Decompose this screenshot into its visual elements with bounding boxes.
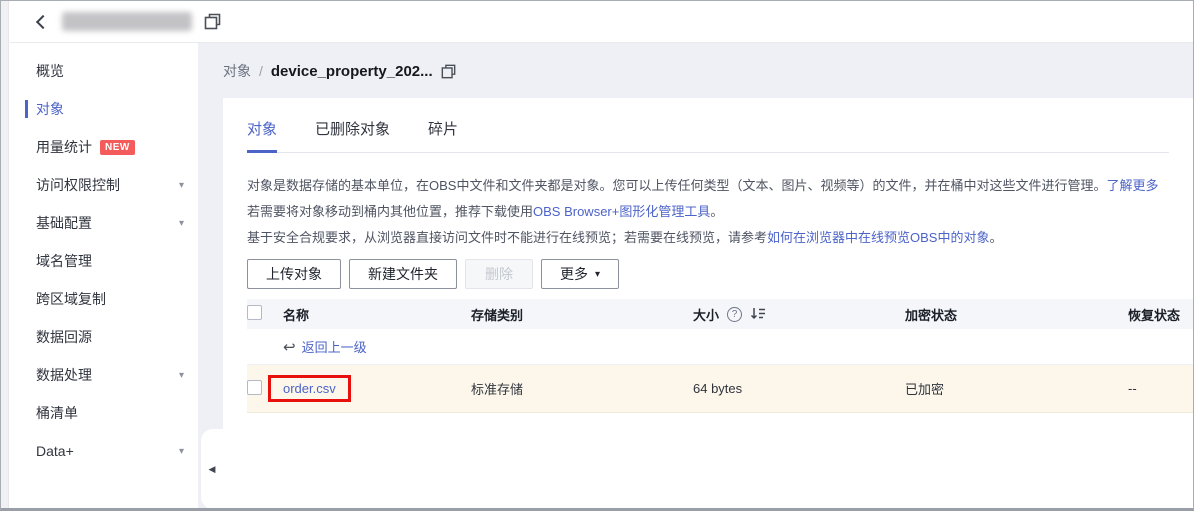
sidebar: 概览 对象 用量统计 NEW 访问权限控制 ▾ 基础配置 ▾ 域名管理 跨区域复… <box>10 43 198 508</box>
sidebar-item-data-processing[interactable]: 数据处理 ▾ <box>10 356 198 394</box>
description-line-3: 基于安全合规要求，从浏览器直接访问文件时不能进行在线预览；若需要在线预览，请参考… <box>247 225 1193 251</box>
sidebar-item-objects[interactable]: 对象 <box>10 90 198 128</box>
more-button-label: 更多 <box>560 266 588 282</box>
return-to-parent-link[interactable]: 返回上一级 <box>302 337 367 356</box>
cell-size: 64 bytes <box>693 381 743 396</box>
new-folder-button[interactable]: 新建文件夹 <box>349 259 457 289</box>
column-header-restore-status: 恢复状态 <box>1128 307 1181 323</box>
breadcrumb-current-folder: device_property_202... <box>270 62 433 80</box>
collapse-arrow-icon: ◀ <box>208 463 216 474</box>
copy-icon[interactable] <box>441 64 456 79</box>
sort-icon[interactable] <box>750 307 766 321</box>
toolbar: 上传对象 新建文件夹 删除 更多 ▾ <box>247 259 1193 289</box>
sidebar-item-label: 概览 <box>36 63 64 79</box>
cell-restore-status: -- <box>1128 381 1137 396</box>
return-arrow-icon: ↩ <box>283 338 296 356</box>
content-card: 对象 已删除对象 碎片 对象是数据存储的基本单位，在OBS中文件和文件夹都是对象… <box>223 98 1193 508</box>
description-block: 对象是数据存储的基本单位，在OBS中文件和文件夹都是对象。您可以上传任何类型（文… <box>247 173 1193 251</box>
breadcrumb-separator: / <box>259 63 263 79</box>
description-text: 对象是数据存储的基本单位，在OBS中文件和文件夹都是对象。您可以上传任何类型（文… <box>247 178 1107 193</box>
upload-object-button[interactable]: 上传对象 <box>247 259 341 289</box>
sidebar-item-domain-mgmt[interactable]: 域名管理 <box>10 242 198 280</box>
delete-button[interactable]: 删除 <box>465 259 533 289</box>
row-checkbox[interactable] <box>247 379 262 395</box>
new-badge: NEW <box>100 139 135 155</box>
return-row: ↩ 返回上一级 <box>247 329 1193 365</box>
column-header-storage-class: 存储类别 <box>471 307 524 323</box>
tab-objects[interactable]: 对象 <box>247 118 278 153</box>
breadcrumb: 对象 / device_property_202... <box>223 56 456 86</box>
obs-browser-link[interactable]: OBS Browser+图形化管理工具 <box>533 204 710 219</box>
description-text: 若需要将对象移动到桶内其他位置，推荐下载使用 <box>247 204 534 219</box>
help-icon[interactable]: ? <box>727 306 743 322</box>
learn-more-link[interactable]: 了解更多 <box>1106 178 1158 193</box>
tab-deleted-objects[interactable]: 已删除对象 <box>315 118 390 152</box>
sidebar-item-back-to-source[interactable]: 数据回源 <box>10 318 198 356</box>
table-header-row: 名称 存储类别 大小 ? 加密状态 恢复状态 <box>247 299 1193 329</box>
sidebar-item-label: 数据处理 <box>36 367 92 383</box>
sidebar-item-label: 基础配置 <box>36 215 92 231</box>
copy-icon[interactable] <box>204 13 221 30</box>
more-button[interactable]: 更多 ▾ <box>541 259 620 289</box>
tab-fragments[interactable]: 碎片 <box>428 118 458 152</box>
sidebar-item-label: 桶清单 <box>36 405 78 421</box>
chevron-down-icon: ▾ <box>595 268 601 280</box>
window-left-gutter <box>1 1 9 508</box>
sidebar-item-label: 对象 <box>36 101 64 117</box>
sidebar-item-label: 访问权限控制 <box>36 177 120 193</box>
back-icon[interactable] <box>35 14 51 29</box>
column-header-size-label: 大小 <box>693 307 720 323</box>
obs-console-window: 概览 对象 用量统计 NEW 访问权限控制 ▾ 基础配置 ▾ 域名管理 跨区域复… <box>0 0 1194 511</box>
chevron-down-icon: ▾ <box>178 217 184 229</box>
sidebar-item-cross-region-replication[interactable]: 跨区域复制 <box>10 280 198 318</box>
sidebar-collapse-handle[interactable]: ◀ <box>201 429 223 508</box>
chevron-down-icon: ▾ <box>178 369 184 381</box>
cell-storage-class: 标准存储 <box>471 382 524 397</box>
sidebar-item-label: 数据回源 <box>36 329 92 345</box>
column-header-name: 名称 <box>283 307 310 323</box>
description-text: 基于安全合规要求，从浏览器直接访问文件时不能进行在线预览；若需要在线预览，请参考 <box>247 230 768 245</box>
chevron-down-icon: ▾ <box>178 179 184 191</box>
sidebar-item-data-plus[interactable]: Data+ ▾ <box>10 432 198 470</box>
table-row: order.csv 标准存储 64 bytes 已加密 -- <box>247 365 1193 413</box>
sidebar-item-bucket-inventory[interactable]: 桶清单 <box>10 394 198 432</box>
description-text: 。 <box>989 230 1003 245</box>
sidebar-item-basic-config[interactable]: 基础配置 ▾ <box>10 204 198 242</box>
sidebar-item-label: 跨区域复制 <box>36 291 106 307</box>
sidebar-item-label: 用量统计 <box>36 139 92 155</box>
main-area: 对象 / device_property_202... ◀ 对象 已删除对象 碎… <box>198 43 1193 508</box>
topbar <box>10 1 1193 43</box>
sidebar-item-overview[interactable]: 概览 <box>10 52 198 90</box>
object-table: 名称 存储类别 大小 ? 加密状态 恢复状态 ↩ 返回上一级 order.csv… <box>247 299 1193 413</box>
annotation-highlight-box: order.csv <box>268 375 351 402</box>
description-line-2: 若需要将对象移动到桶内其他位置，推荐下载使用OBS Browser+图形化管理工… <box>247 199 1193 225</box>
object-name-link[interactable]: order.csv <box>283 381 336 396</box>
sidebar-item-label: 域名管理 <box>36 253 92 269</box>
breadcrumb-root-link[interactable]: 对象 <box>223 61 251 81</box>
column-header-encryption-status: 加密状态 <box>905 307 958 323</box>
sidebar-item-access-control[interactable]: 访问权限控制 ▾ <box>10 166 198 204</box>
select-all-checkbox[interactable] <box>247 305 262 320</box>
sidebar-item-usage-stats[interactable]: 用量统计 NEW <box>10 128 198 166</box>
chevron-down-icon: ▾ <box>178 445 184 457</box>
tab-bar: 对象 已删除对象 碎片 <box>247 98 1169 153</box>
column-header-size: 大小 ? <box>693 305 905 324</box>
cell-encryption-status: 已加密 <box>905 382 945 397</box>
preview-help-link[interactable]: 如何在浏览器中在线预览OBS中的对象 <box>767 230 989 245</box>
description-line-1: 对象是数据存储的基本单位，在OBS中文件和文件夹都是对象。您可以上传任何类型（文… <box>247 173 1193 199</box>
sidebar-item-label: Data+ <box>36 443 74 459</box>
redacted-bucket-name <box>62 12 192 31</box>
description-text: 。 <box>710 204 724 219</box>
